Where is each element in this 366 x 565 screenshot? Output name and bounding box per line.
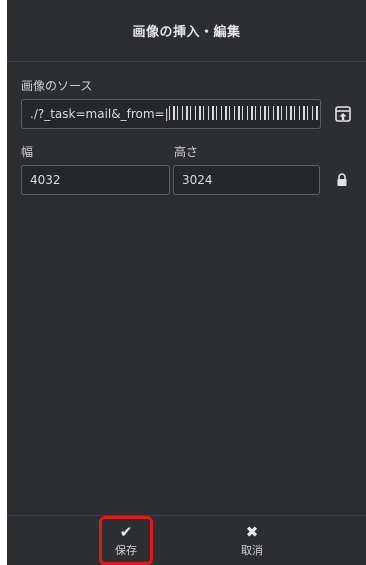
height-label: 高さ <box>174 145 199 159</box>
source-label: 画像のソース <box>21 79 93 93</box>
upload-button[interactable] <box>332 103 354 125</box>
height-input[interactable]: 3024 <box>173 165 320 195</box>
source-value-tail <box>168 106 319 120</box>
cancel-button[interactable]: ✖ 取消 <box>225 516 279 565</box>
source-value: ./?_task=mail&_from=| <box>30 107 169 121</box>
lock-icon <box>337 173 347 186</box>
lock-button[interactable] <box>331 169 353 191</box>
width-input[interactable]: 4032 <box>21 165 170 195</box>
dialog-footer: ✔ 保存 ✖ 取消 <box>7 515 366 565</box>
check-icon: ✔ <box>119 522 133 541</box>
dialog-title: 画像の挿入・編集 <box>132 25 241 40</box>
upload-icon <box>335 106 351 122</box>
save-button[interactable]: ✔ 保存 <box>99 516 153 565</box>
save-label: 保存 <box>115 543 137 557</box>
width-value: 4032 <box>30 173 61 187</box>
close-icon: ✖ <box>245 522 259 541</box>
width-label: 幅 <box>21 145 34 159</box>
cancel-label: 取消 <box>241 543 263 557</box>
source-input[interactable]: ./?_task=mail&_from=| <box>21 99 321 129</box>
image-dialog: 画像の挿入・編集 画像のソース ./?_task=mail&_from=| 幅 … <box>7 0 366 565</box>
height-value: 3024 <box>182 173 213 187</box>
dialog-header: 画像の挿入・編集 <box>7 0 366 62</box>
